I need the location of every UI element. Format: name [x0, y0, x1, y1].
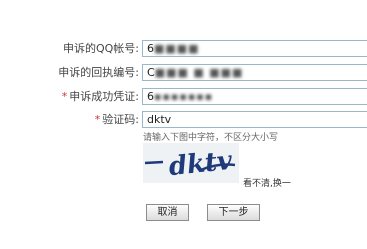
captcha-text: dktv — [167, 146, 234, 183]
receipt-number-label: 申诉的回执编号: — [58, 66, 139, 79]
captcha-image[interactable]: dktv — [143, 143, 239, 183]
next-step-button[interactable]: 下一步 — [207, 204, 260, 221]
captcha-refresh-link[interactable]: 看不清,换一 — [243, 176, 291, 189]
qq-account-value: 6 — [147, 42, 154, 55]
required-mark: * — [61, 90, 68, 103]
qq-account-label: 申诉的QQ帐号: — [62, 42, 139, 55]
qq-account-field[interactable]: 6■■■■ — [142, 40, 367, 57]
success-credential-field[interactable]: 6▪▪▪▪▪▪▪ — [142, 88, 367, 105]
cancel-button[interactable]: 取消 — [146, 204, 189, 221]
captcha-input-value: dktv — [147, 113, 172, 126]
success-credential-label: * 申诉成功凭证: — [61, 90, 139, 103]
captcha-label: * 验证码: — [94, 113, 139, 126]
captcha-input[interactable]: dktv — [142, 111, 367, 128]
captcha-hint: 请输入下图中字符，不区分大小写 — [143, 133, 279, 143]
captcha-graphic: dktv — [144, 146, 236, 183]
required-mark: * — [94, 113, 101, 126]
receipt-number-field[interactable]: C■■■ ■ ■■■ — [142, 64, 367, 81]
success-credential-value: 6 — [147, 90, 154, 103]
receipt-number-value: C — [147, 66, 155, 79]
captcha-noise-line — [144, 160, 164, 165]
